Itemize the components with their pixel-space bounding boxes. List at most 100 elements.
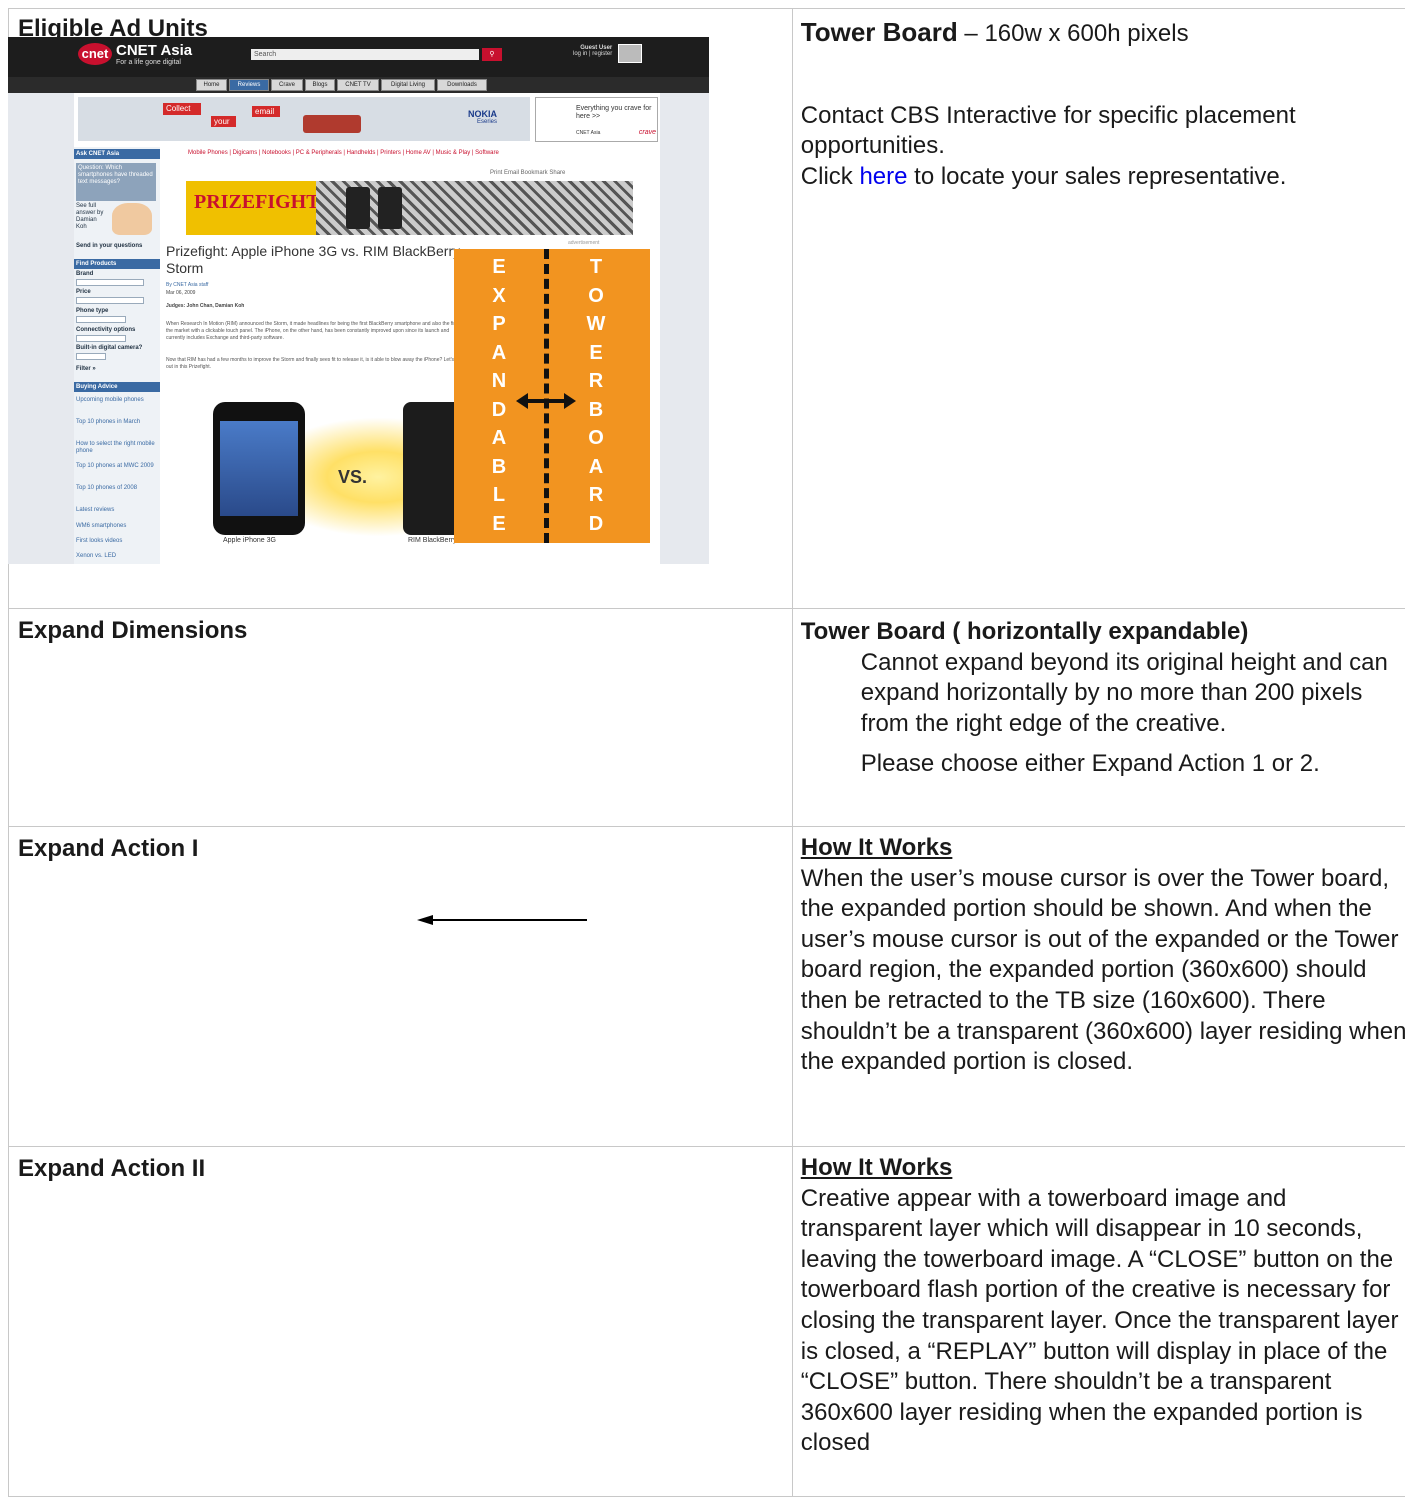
buying-link: Xenon vs. LED — [76, 553, 156, 560]
article-tools: Print Email Bookmark Share — [490, 170, 565, 176]
filter-link: Filter » — [76, 366, 156, 373]
category-nav: Mobile Phones | Digicams | Notebooks | P… — [188, 150, 499, 156]
buying-link: WM6 smartphones — [76, 523, 156, 530]
overlay-letter: D — [581, 510, 611, 539]
filter-connectivity-select — [76, 335, 126, 342]
filter-brand-select — [76, 279, 144, 286]
article-judges: Judges: John Chan, Damian Koh — [166, 303, 244, 309]
towerboard-letters: TOWERBOARD — [581, 253, 611, 538]
how-it-works-2-title: How It Works — [801, 1153, 1405, 1184]
prizefight-word: PRIZEFIGHT — [194, 191, 320, 214]
site-tagline: For a life gone digital — [116, 59, 181, 66]
article-body-2: Now that RIM has had a few months to imp… — [166, 357, 466, 371]
blackberry-caption: RIM BlackBerry — [408, 537, 457, 544]
expand-dimensions-cell: Expand Dimensions — [9, 609, 793, 827]
sidebar-ask-header: Ask CNET Asia — [74, 149, 160, 159]
banner-your: your — [211, 116, 236, 127]
buying-link: Top 10 phones of 2008 — [76, 485, 156, 492]
buying-link: First looks videos — [76, 538, 156, 545]
overlay-letter: T — [581, 253, 611, 282]
row-expand-action-1: Expand Action I How It Works When the us… — [9, 827, 1405, 1147]
avatar — [618, 44, 642, 63]
overlay-letter: O — [581, 424, 611, 453]
buying-link: How to select the right mobile phone — [76, 441, 156, 455]
overlay-letter: N — [484, 367, 514, 396]
overlay-letter: X — [484, 282, 514, 311]
double-arrow-icon — [516, 391, 576, 411]
click-text: Click — [801, 163, 860, 190]
vs-label: VS. — [338, 467, 367, 488]
tower-board-title: Tower Board — [801, 17, 958, 47]
article-date: Mar 06, 2009 — [166, 290, 195, 296]
nav-home: Home — [196, 79, 227, 91]
filter-camera-select — [76, 353, 106, 360]
site-search-input: Search — [251, 49, 479, 60]
overlay-letter: O — [581, 282, 611, 311]
expand-action-1-heading: Expand Action I — [9, 827, 792, 863]
filter-brand-label: Brand — [76, 271, 156, 278]
overlay-letter: E — [484, 510, 514, 539]
expand-action-1-cell: Expand Action I — [9, 827, 793, 1147]
crave-ad-text: Everything you crave for here >>CNET Asi… — [576, 105, 656, 137]
overlay-letter: D — [484, 396, 514, 425]
banner-product-image — [303, 115, 361, 133]
guest-user-label: Guest Userlog in | register — [573, 45, 612, 57]
sidebar-answer: See full answer by Damian Koh — [76, 203, 108, 231]
filter-connectivity-label: Connectivity options — [76, 327, 156, 334]
nav-reviews: Reviews — [229, 79, 269, 91]
sidebar-find-header: Find Products — [74, 259, 160, 269]
nav-cnettv: CNET TV — [337, 79, 379, 91]
overlay-letter: A — [484, 339, 514, 368]
overlay-letter: R — [581, 367, 611, 396]
overlay-letter: R — [581, 481, 611, 510]
iphone-caption: Apple iPhone 3G — [223, 537, 276, 544]
overlay-letter: E — [484, 253, 514, 282]
expand-action-2-heading: Expand Action II — [9, 1147, 792, 1183]
expand-action-2-cell: Expand Action II — [9, 1147, 793, 1497]
iphone-screen — [220, 421, 298, 516]
expand-action-1-description: When the user’s mouse cursor is over the… — [801, 864, 1405, 1078]
expandable-letters: EXPANDABLE — [484, 253, 514, 538]
expand-limits-text: Cannot expand beyond its original height… — [801, 648, 1405, 740]
article-title: Prizefight: Apple iPhone 3G vs. RIM Blac… — [166, 243, 466, 277]
buying-link: Top 10 phones in March — [76, 419, 156, 426]
cnet-asia-screenshot: cnet CNET Asia For a life gone digital S… — [8, 37, 709, 564]
search-icon: ⚲ — [482, 48, 502, 61]
row-expand-action-2: Expand Action II How It Works Creative a… — [9, 1147, 1405, 1497]
filter-price-select — [76, 297, 144, 304]
here-link[interactable]: here — [859, 163, 907, 190]
overlay-letter: B — [484, 453, 514, 482]
filter-camera-label: Built-in digital camera? — [76, 345, 156, 352]
sidebar-buying-header: Buying Advice — [74, 382, 160, 392]
article-body-1: When Research In Motion (RIM) announced … — [166, 321, 466, 349]
left-arrow-icon — [415, 912, 595, 928]
expert-photo — [112, 203, 152, 235]
contact-text: Contact CBS Interactive for specific pla… — [801, 101, 1405, 162]
expand-action-2-description: Creative appear with a towerboard image … — [801, 1184, 1405, 1459]
prizefight-banner: PRIZEFIGHT — [186, 181, 633, 235]
nav-crave: Crave — [271, 79, 303, 91]
banner-email: email — [252, 106, 280, 117]
overlay-letter: L — [484, 481, 514, 510]
overlay-letter: W — [581, 310, 611, 339]
buying-link: Top 10 phones at MWC 2009 — [76, 463, 156, 470]
buying-link: Upcoming mobile phones — [76, 397, 156, 404]
tower-board-info-cell: Tower Board – 160w x 600h pixels Contact… — [792, 9, 1405, 609]
nokia-logo: NOKIAEseries — [468, 109, 497, 125]
choose-action-text: Please choose either Expand Action 1 or … — [801, 749, 1405, 780]
site-brand: CNET Asia — [116, 42, 192, 59]
filter-phonetype-select — [76, 316, 126, 323]
tower-board-size: – 160w x 600h pixels — [958, 20, 1189, 47]
sidebar-send: Send in your questions — [76, 243, 156, 250]
nav-downloads: Downloads — [437, 79, 487, 91]
filter-phonetype-label: Phone type — [76, 308, 156, 315]
expand-action-1-info-cell: How It Works When the user’s mouse curso… — [792, 827, 1405, 1147]
overlay-letter: A — [581, 453, 611, 482]
banner-collect: Collect — [163, 103, 201, 115]
expand-action-2-info-cell: How It Works Creative appear with a towe… — [792, 1147, 1405, 1497]
nav-digital-living: Digital Living — [381, 79, 435, 91]
nav-blogs: Blogs — [305, 79, 335, 91]
overlay-letter: E — [581, 339, 611, 368]
article-byline: By CNET Asia staff — [166, 282, 208, 288]
overlay-letter: A — [484, 424, 514, 453]
